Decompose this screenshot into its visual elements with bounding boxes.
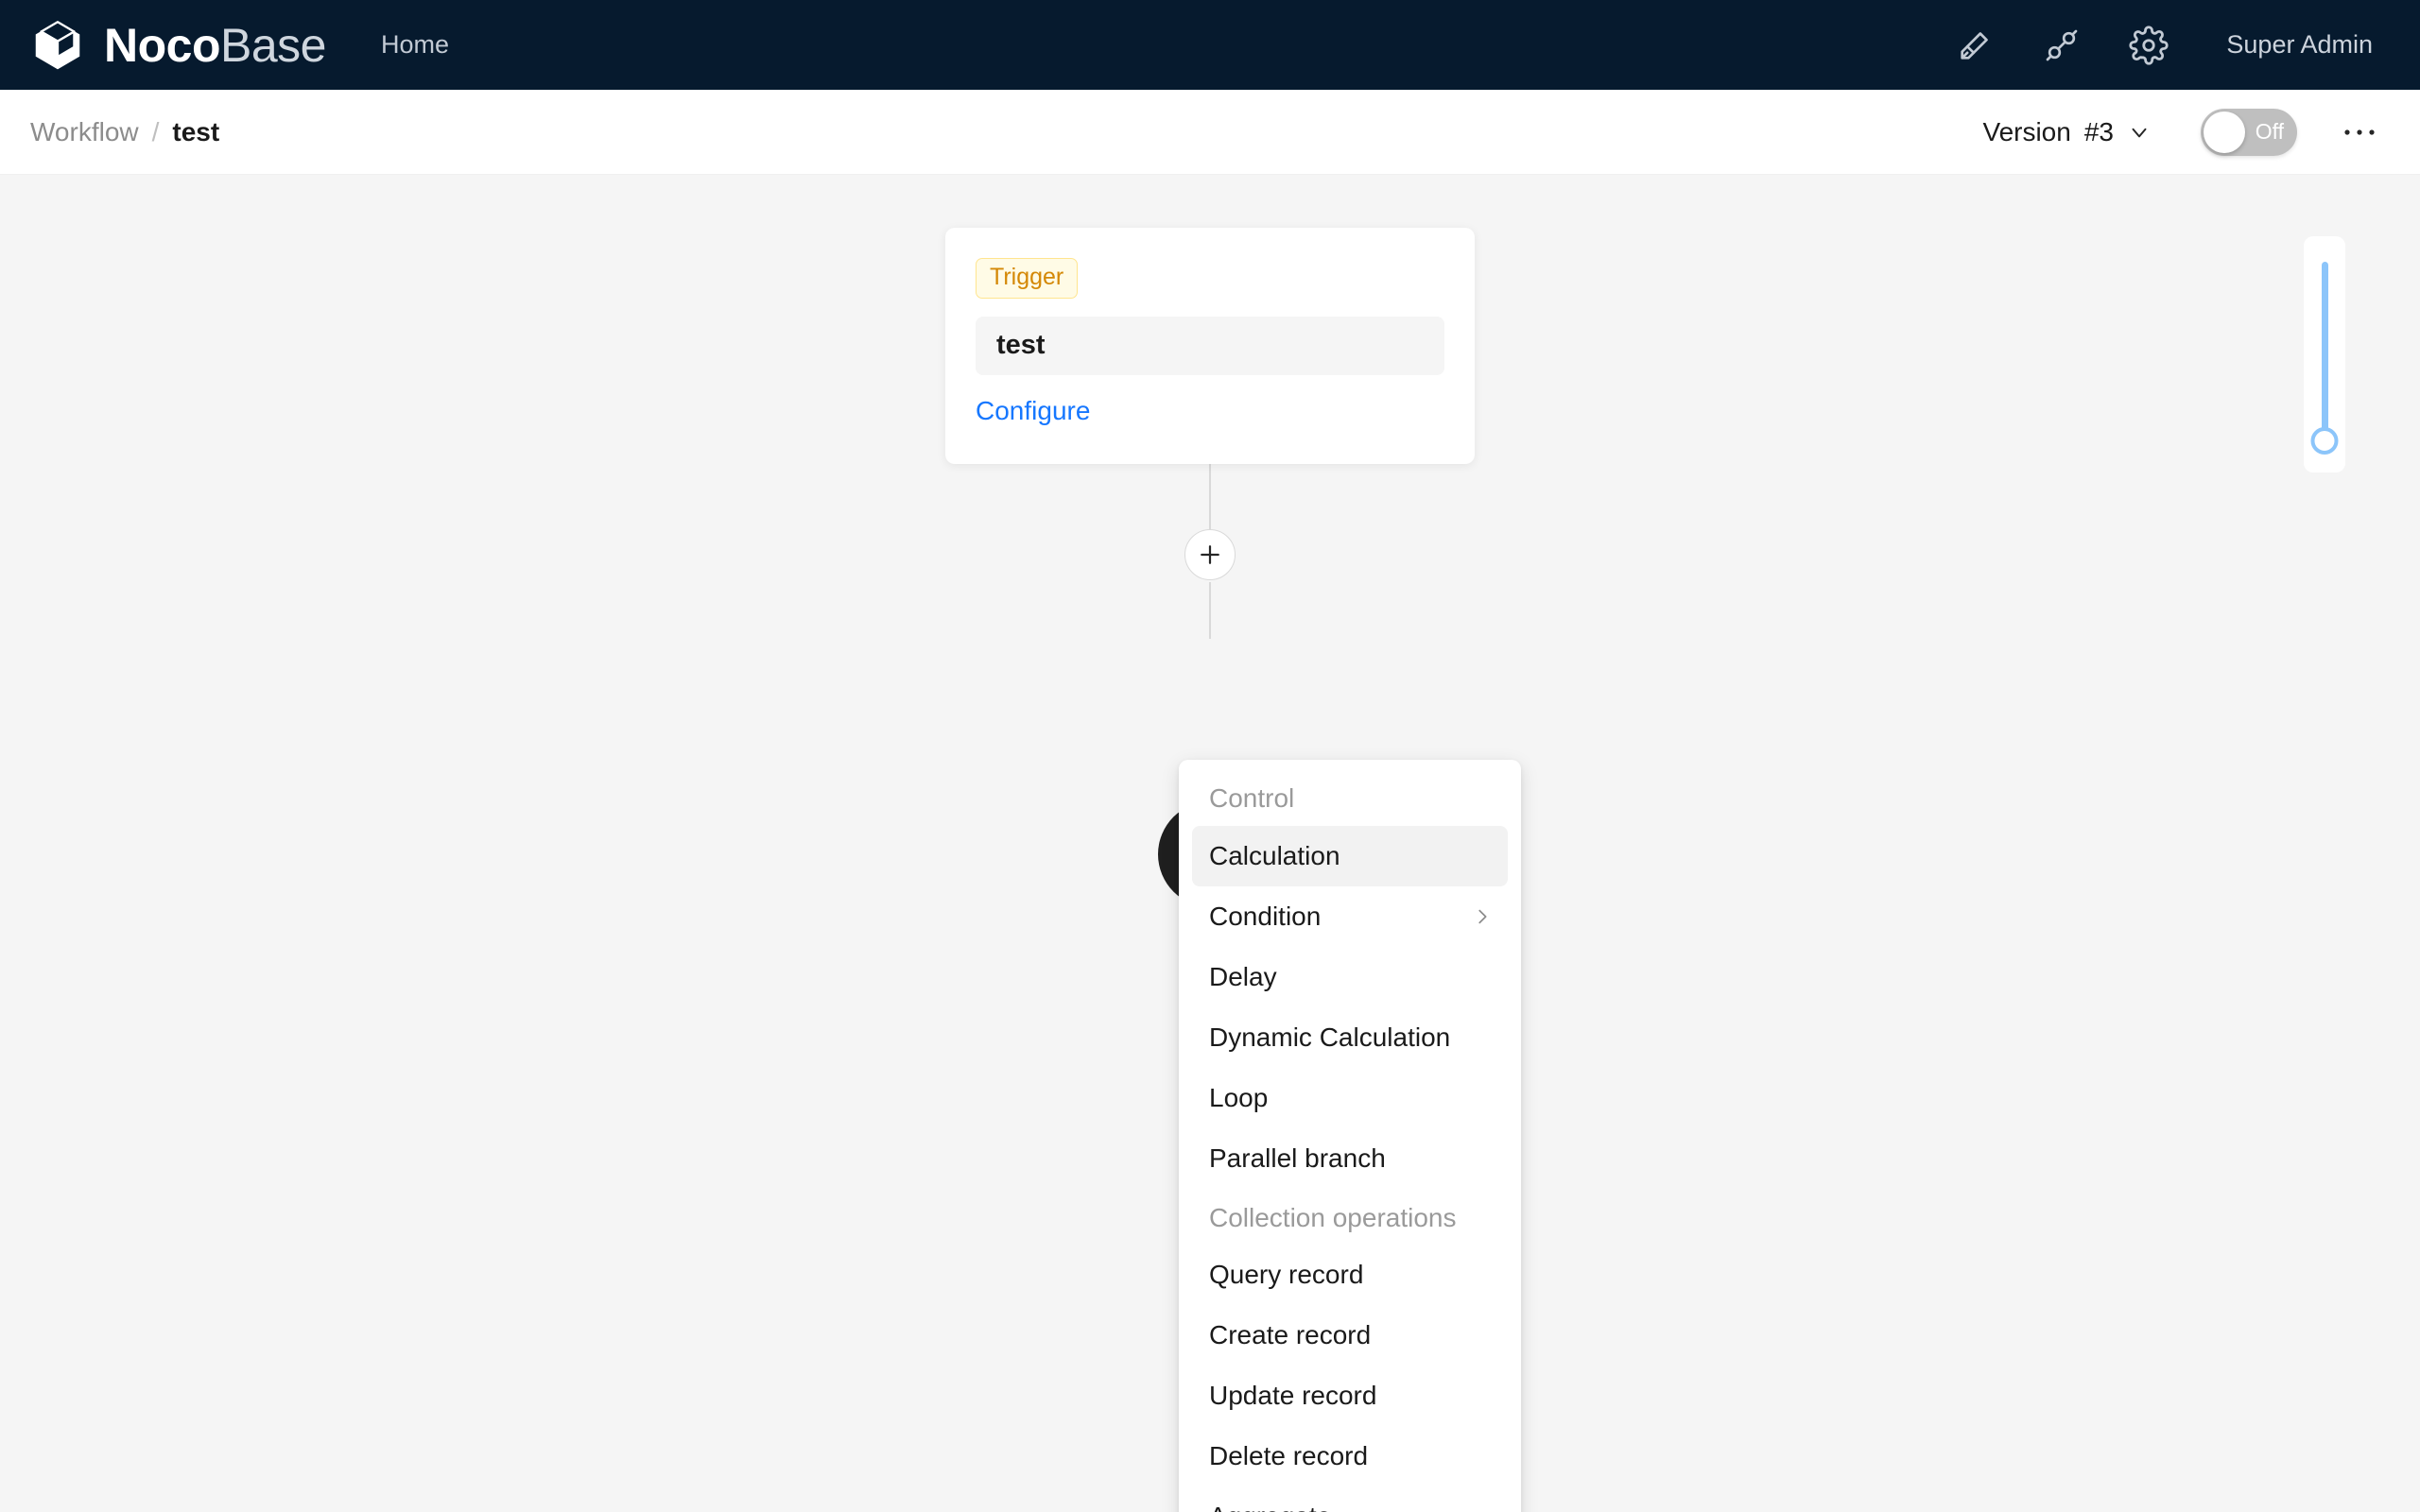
- connector-line-top: [1209, 461, 1211, 529]
- brand-logo-link[interactable]: NocoBase: [28, 16, 326, 75]
- trigger-node-card[interactable]: Trigger test Configure: [945, 228, 1475, 464]
- breadcrumb: Workflow / test: [30, 117, 219, 147]
- menu-item-label: Update record: [1209, 1381, 1376, 1411]
- brand-name-secondary: Base: [220, 19, 326, 72]
- breadcrumb-item-workflow[interactable]: Workflow: [30, 117, 139, 147]
- menu-item-label: Delay: [1209, 962, 1277, 992]
- menu-item-label: Parallel branch: [1209, 1143, 1386, 1174]
- zoom-slider-panel: [2304, 236, 2345, 472]
- menu-item-update-record[interactable]: Update record: [1192, 1366, 1508, 1426]
- workflow-enable-toggle[interactable]: Off: [2201, 109, 2297, 156]
- brand-name-primary: Noco: [104, 19, 220, 72]
- zoom-slider-handle[interactable]: [2311, 427, 2339, 455]
- plugin-icon[interactable]: [2018, 0, 2105, 90]
- top-navigation-bar: NocoBase Home S: [0, 0, 2420, 90]
- menu-item-label: Delete record: [1209, 1441, 1368, 1471]
- version-selector[interactable]: Version #3: [1973, 110, 2161, 155]
- menu-item-label: Condition: [1209, 902, 1321, 932]
- menu-group-title-control: Control: [1192, 769, 1508, 826]
- toggle-state-label: Off: [2256, 121, 2284, 143]
- menu-item-delay[interactable]: Delay: [1192, 947, 1508, 1007]
- nav-item-home[interactable]: Home: [381, 30, 449, 60]
- toggle-knob: [2204, 112, 2245, 153]
- menu-item-query-record[interactable]: Query record: [1192, 1245, 1508, 1305]
- breadcrumb-separator: /: [152, 117, 160, 147]
- status-badge: Trigger: [976, 258, 1078, 299]
- workflow-header-bar: Workflow / test Version #3 Off: [0, 90, 2420, 175]
- nocobase-cube-logo-icon: [28, 16, 87, 75]
- menu-item-parallel-branch[interactable]: Parallel branch: [1192, 1128, 1508, 1189]
- connector-line-bottom: [1209, 582, 1211, 639]
- menu-item-calculation[interactable]: Calculation: [1192, 826, 1508, 886]
- version-number: #3: [2084, 117, 2114, 147]
- menu-item-label: Aggregate: [1209, 1502, 1331, 1512]
- workflow-header-actions: Version #3 Off: [1973, 106, 2386, 159]
- menu-item-aggregate[interactable]: Aggregate: [1192, 1486, 1508, 1512]
- chevron-right-icon: [1472, 906, 1493, 927]
- add-node-button[interactable]: [1184, 529, 1236, 580]
- workflow-canvas[interactable]: Trigger test Configure Control Calculati…: [0, 176, 2420, 1512]
- highlighter-icon[interactable]: [1931, 0, 2018, 90]
- menu-group-title-collection-operations: Collection operations: [1192, 1189, 1508, 1246]
- breadcrumb-item-current: test: [172, 117, 219, 147]
- more-options-button[interactable]: [2333, 106, 2386, 159]
- menu-item-condition[interactable]: Condition: [1192, 886, 1508, 947]
- menu-item-label: Loop: [1209, 1083, 1268, 1113]
- menu-item-create-record[interactable]: Create record: [1192, 1305, 1508, 1366]
- topbar-actions: Super Admin: [1931, 0, 2386, 90]
- trigger-title-input[interactable]: test: [976, 317, 1444, 375]
- user-menu-button[interactable]: Super Admin: [2213, 30, 2386, 60]
- menu-item-label: Dynamic Calculation: [1209, 1022, 1450, 1053]
- chevron-down-icon: [2127, 120, 2152, 145]
- gear-icon[interactable]: [2105, 0, 2192, 90]
- zoom-slider-track[interactable]: [2322, 262, 2328, 441]
- configure-link[interactable]: Configure: [976, 396, 1090, 426]
- plus-icon: [1197, 541, 1223, 568]
- version-label: Version: [1982, 117, 2070, 147]
- menu-item-delete-record[interactable]: Delete record: [1192, 1426, 1508, 1486]
- add-node-menu[interactable]: Control Calculation Condition Delay Dyna…: [1179, 760, 1521, 1512]
- menu-item-dynamic-calculation[interactable]: Dynamic Calculation: [1192, 1007, 1508, 1068]
- menu-item-label: Calculation: [1209, 841, 1340, 871]
- menu-item-loop[interactable]: Loop: [1192, 1068, 1508, 1128]
- menu-item-label: Create record: [1209, 1320, 1371, 1350]
- brand-wordmark: NocoBase: [104, 22, 326, 69]
- menu-item-label: Query record: [1209, 1260, 1363, 1290]
